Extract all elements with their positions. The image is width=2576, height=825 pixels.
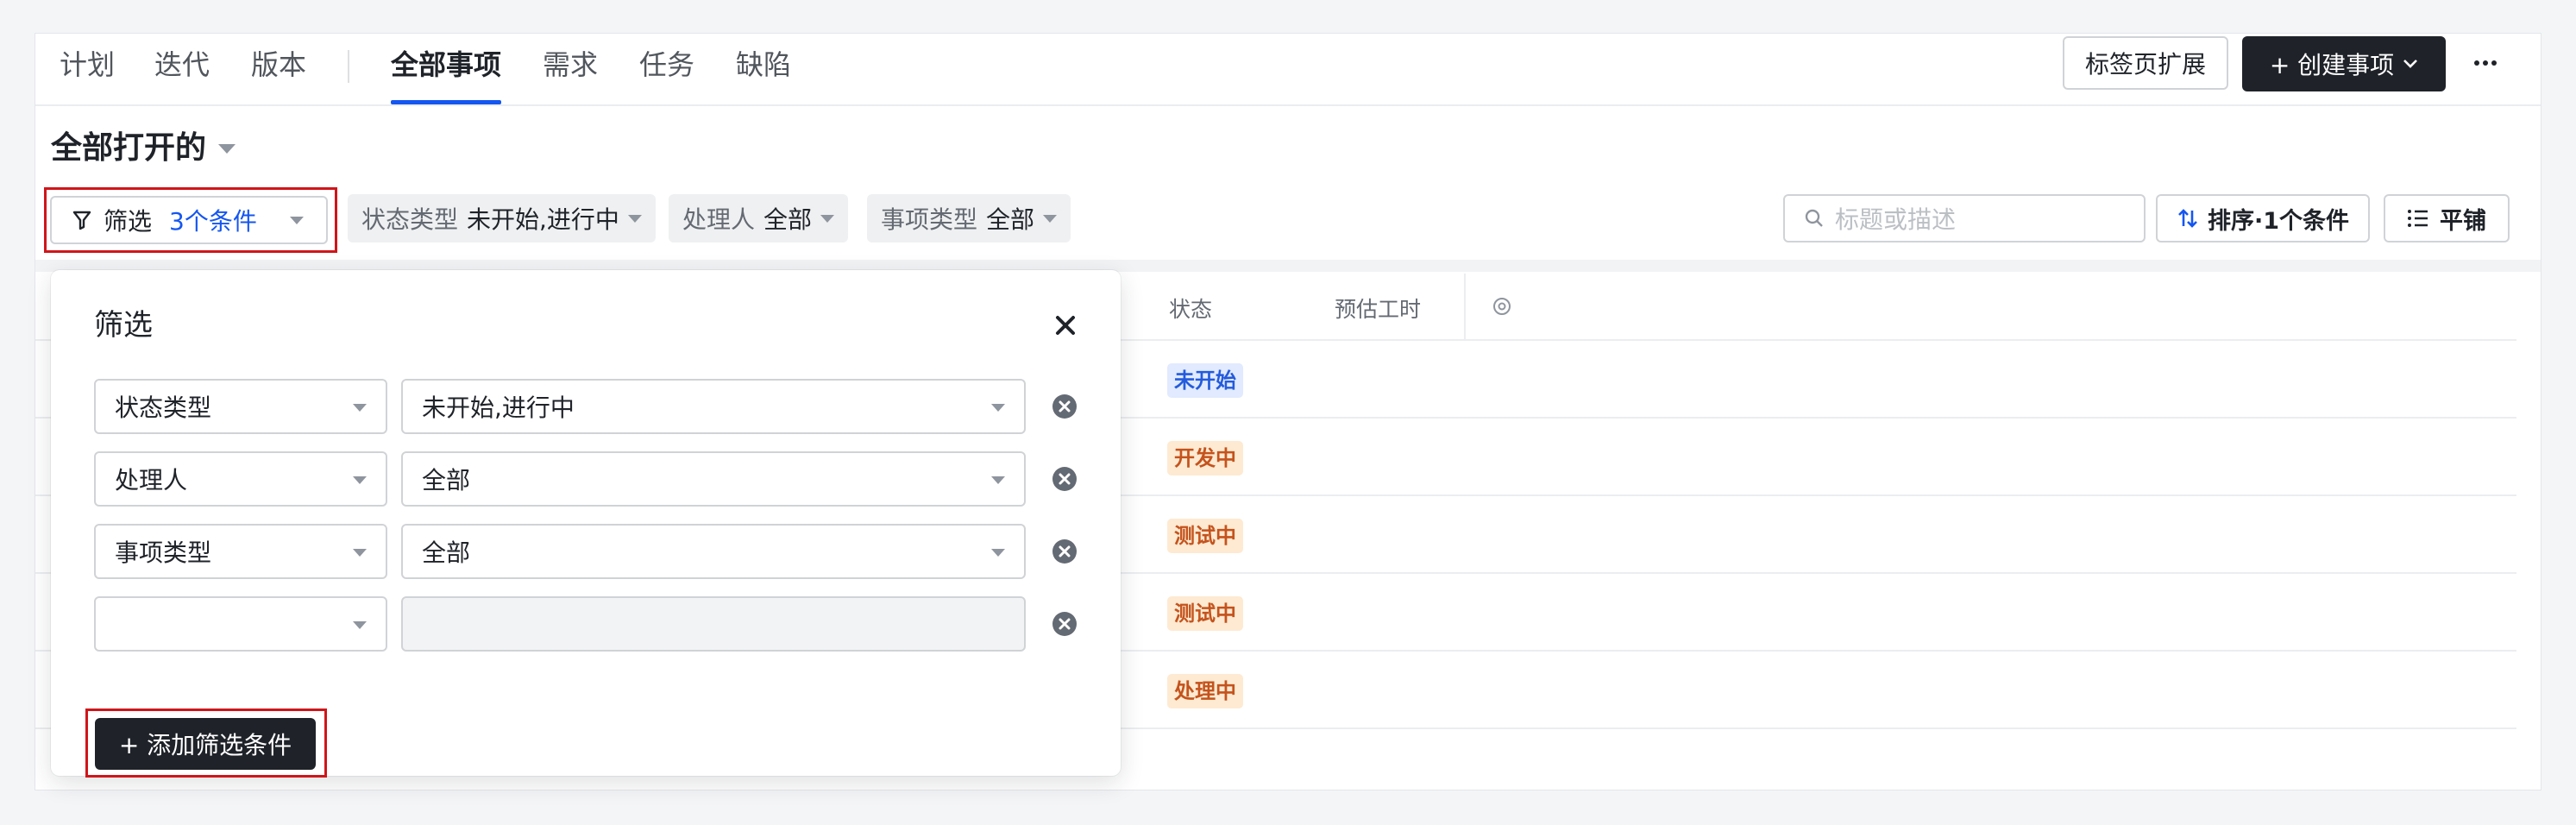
search-placeholder: 标题或描述 (1835, 205, 1957, 234)
view-title: 全部打开的 (51, 130, 207, 166)
caret-down-icon (290, 216, 304, 224)
filter-panel-title: 筛选 (94, 308, 153, 343)
caret-down-icon (353, 476, 367, 484)
condition-field: 事项类型 (115, 538, 212, 567)
close-icon[interactable] (1052, 312, 1079, 339)
tab-iteration[interactable]: 迭代 (154, 46, 210, 84)
view-selector[interactable]: 全部打开的 (51, 127, 236, 170)
caret-down-icon (820, 214, 835, 223)
tab-tasks[interactable]: 任务 (639, 46, 694, 84)
tab-plan[interactable]: 计划 (60, 46, 115, 84)
tile-label: 平铺 (2440, 207, 2486, 235)
chip-item-type[interactable]: 事项类型 全部 (867, 194, 1071, 242)
condition-value-select[interactable]: 未开始,进行中 (401, 379, 1026, 434)
remove-condition-icon[interactable] (1052, 538, 1078, 564)
sort-icon (2178, 209, 2197, 228)
caret-down-icon (353, 404, 367, 412)
add-condition-button[interactable]: + 添加筛选条件 (95, 718, 316, 770)
condition-field: 状态类型 (115, 394, 212, 422)
filter-panel: 筛选 状态类型 未开始,进行中 处理人 全部 事项类型 全部 + 添加筛选条件 (51, 270, 1121, 778)
column-divider (1464, 274, 1466, 341)
condition-field-select[interactable]: 状态类型 (94, 379, 387, 434)
sort-button[interactable]: 排序·1个条件 (2156, 194, 2370, 242)
more-icon[interactable] (2466, 44, 2504, 82)
condition-value-select (401, 596, 1026, 652)
caret-down-icon (353, 549, 367, 557)
add-condition-highlight: + 添加筛选条件 (85, 708, 327, 778)
caret-down-icon (218, 143, 236, 154)
list-icon (2408, 210, 2428, 227)
search-input[interactable]: 标题或描述 (1783, 194, 2146, 242)
condition-value: 全部 (422, 538, 471, 567)
status-badge: 未开始 (1167, 363, 1243, 398)
caret-down-icon (627, 214, 642, 223)
remove-condition-icon[interactable] (1052, 466, 1078, 492)
nav-divider (348, 50, 349, 83)
filter-button-highlight: 筛选 3个条件 (44, 187, 337, 253)
status-badge: 测试中 (1167, 519, 1243, 553)
status-badge: 开发中 (1167, 441, 1243, 475)
condition-value-select[interactable]: 全部 (401, 524, 1026, 579)
column-status[interactable]: 状态 (1169, 293, 1212, 324)
create-item-label: + 创建事项 (2269, 51, 2395, 79)
chip-value: 全部 (986, 205, 1035, 234)
condition-value: 未开始,进行中 (422, 394, 575, 422)
condition-field-select[interactable] (94, 596, 387, 652)
tab-expand-label: 标签页扩展 (2084, 50, 2206, 79)
caret-down-icon (353, 621, 367, 629)
tile-view-button[interactable]: 平铺 (2384, 194, 2510, 242)
sort-label: 排序·1个条件 (2207, 207, 2350, 235)
tab-expand-button[interactable]: 标签页扩展 (2063, 36, 2228, 90)
caret-down-icon (991, 549, 1005, 557)
column-estimated-hours[interactable]: 预估工时 (1335, 293, 1421, 324)
condition-field-select[interactable]: 处理人 (94, 451, 387, 507)
chip-assignee[interactable]: 处理人 全部 (669, 194, 849, 242)
chip-value: 全部 (763, 205, 813, 234)
tab-all-items[interactable]: 全部事项 (391, 46, 501, 84)
chip-key: 状态类型 (361, 205, 459, 234)
chip-key: 事项类型 (881, 205, 978, 234)
tab-version[interactable]: 版本 (251, 46, 306, 84)
tab-bugs[interactable]: 缺陷 (736, 46, 791, 84)
create-item-button[interactable]: + 创建事项 (2242, 36, 2446, 91)
tab-requirements[interactable]: 需求 (543, 46, 598, 84)
condition-value: 全部 (422, 466, 471, 494)
caret-down-icon (991, 476, 1005, 484)
filter-count: 3个条件 (169, 207, 257, 236)
chevron-down-icon (2403, 60, 2418, 68)
chip-key: 处理人 (682, 205, 756, 234)
filter-label: 筛选 (104, 207, 153, 236)
filter-button[interactable]: 筛选 3个条件 (50, 196, 328, 244)
active-tab-indicator (391, 100, 501, 104)
top-nav: 计划 迭代 版本 全部事项 需求 任务 缺陷 标签页扩展 + 创建事项 (35, 34, 2541, 106)
condition-field-select[interactable]: 事项类型 (94, 524, 387, 579)
status-badge: 处理中 (1167, 674, 1243, 708)
search-icon (1805, 209, 1823, 227)
app-frame: 计划 迭代 版本 全部事项 需求 任务 缺陷 标签页扩展 + 创建事项 全部打开… (35, 33, 2541, 790)
remove-condition-icon[interactable] (1052, 611, 1078, 637)
caret-down-icon (991, 404, 1005, 412)
chip-value: 未开始,进行中 (467, 205, 619, 234)
condition-value-select[interactable]: 全部 (401, 451, 1026, 507)
add-condition-label: + 添加筛选条件 (118, 731, 292, 759)
status-badge: 测试中 (1167, 596, 1243, 631)
caret-down-icon (1043, 214, 1058, 223)
funnel-icon (72, 211, 91, 230)
remove-condition-icon[interactable] (1052, 394, 1078, 419)
condition-field: 处理人 (115, 466, 188, 494)
chip-status-type[interactable]: 状态类型 未开始,进行中 (348, 194, 656, 242)
column-settings-icon[interactable] (1492, 296, 1512, 317)
